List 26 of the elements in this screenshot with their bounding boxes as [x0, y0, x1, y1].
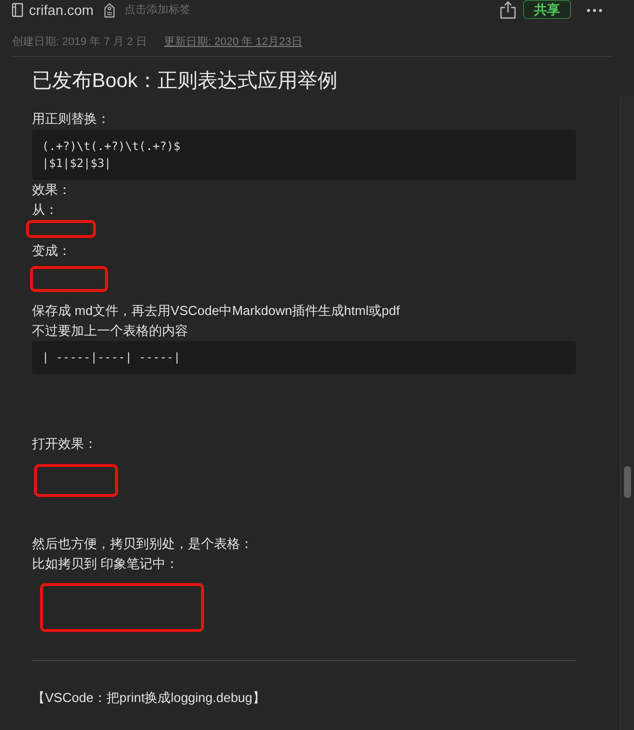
paragraph-text: 然后也方便，拷贝到别处，是个表格： — [32, 535, 253, 553]
scrollbar-thumb[interactable] — [624, 466, 631, 498]
code-line: | -----|----| -----| — [42, 349, 180, 366]
paragraph-text: 比如拷贝到 印象笔记中： — [32, 555, 179, 573]
tag-icon[interactable] — [104, 2, 115, 18]
code-line: |$1|$2|$3| — [42, 155, 112, 172]
updated-date-link[interactable]: 更新日期: 2020 年 12月23日 — [164, 34, 302, 50]
paragraph-text: 变成： — [32, 242, 71, 260]
paragraph-text: 打开效果： — [32, 435, 97, 453]
share-button[interactable]: 共享 — [523, 0, 571, 19]
paragraph-text: 保存成 md文件，再去用VSCode中Markdown插件生成html或pdf — [32, 302, 400, 320]
created-date: 创建日期: 2019 年 7 月 2 日 — [12, 34, 148, 50]
notebook-icon — [12, 3, 23, 17]
paragraph-text: 效果： — [32, 181, 71, 199]
paragraph-text: 用正则替换： — [32, 110, 110, 128]
paragraph-text: 不过要加上一个表格的内容 — [32, 322, 188, 340]
share-icon[interactable] — [500, 1, 516, 19]
paragraph-text: 从： — [32, 201, 58, 219]
code-line: (.+?)\t(.+?)\t(.+?)$ — [42, 138, 180, 155]
site-name: crifan.com — [29, 0, 94, 20]
more-icon[interactable] — [587, 8, 602, 12]
paragraph-text: 【VSCode：把print换成logging.debug】 — [32, 689, 266, 707]
note-title: 已发布Book：正则表达式应用举例 — [32, 69, 338, 94]
scrollbar-track[interactable] — [620, 96, 634, 730]
add-tag-button[interactable]: 点击添加标签 — [124, 2, 191, 18]
annotation-frame — [26, 220, 96, 238]
